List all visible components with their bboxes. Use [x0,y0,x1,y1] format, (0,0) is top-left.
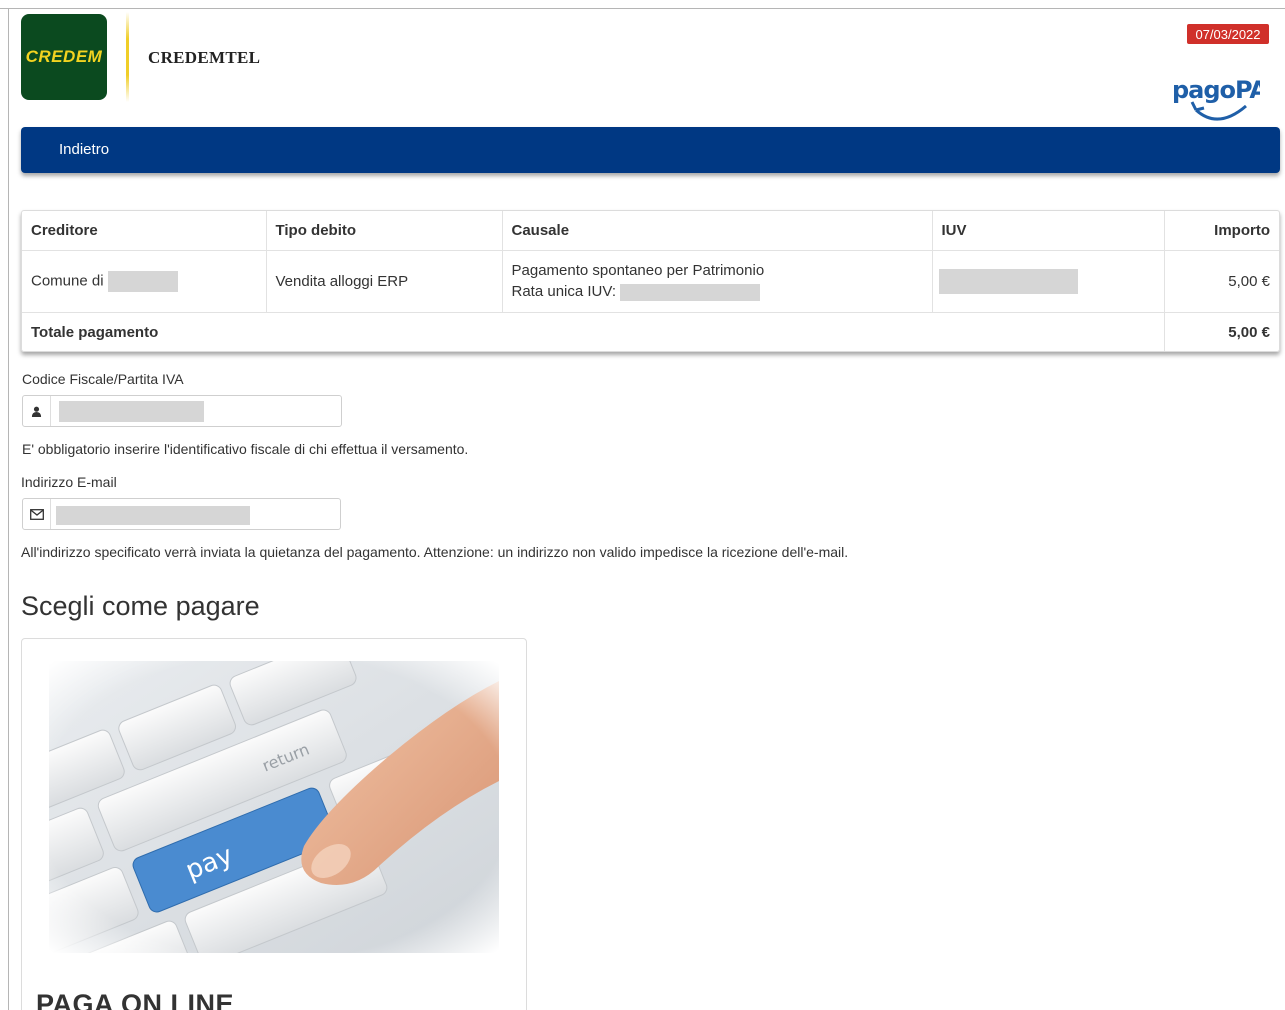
redacted-creditore [107,270,178,292]
date-badge: 07/03/2022 [1187,24,1269,44]
causale-iuv-label: Rata unica IUV: [511,283,617,300]
redacted-iuv [938,268,1078,294]
header-divider [126,12,129,102]
col-header-iuv: IUV [932,211,1165,251]
cell-causale: Pagamento spontaneo per Patrimonio Rata … [502,250,933,313]
section-title: Scegli come pagare [21,591,260,621]
credem-logo: CREDEM [21,14,107,100]
col-header-importo: Importo [1164,211,1279,251]
redacted-cf-value [59,401,204,422]
col-header-causale: Causale [502,211,933,251]
card-title: PAGA ON LINE [36,989,235,1010]
cf-label: Codice Fiscale/Partita IVA [22,371,184,387]
cf-input-group [22,395,342,427]
envelope-icon [23,499,51,529]
window-border-left [8,8,9,1010]
pagopa-logo: pagoPA [1172,76,1260,121]
total-value: 5,00 € [1228,323,1270,341]
col-header-creditore: Creditore [22,211,267,251]
cell-creditore: Comune di [22,250,267,313]
cell-iuv [932,250,1165,313]
navbar: Indietro [21,127,1280,173]
email-help-text: All'indirizzo specificato verrà inviata … [21,544,849,560]
table-row: Comune di Vendita alloggi ERP Pagamento … [22,250,1279,313]
table-header-row: Creditore Tipo debito Causale IUV Import… [22,211,1279,251]
cf-help-text: E' obbligatorio inserire l'identificativ… [22,441,469,457]
window-border-top [0,8,1285,9]
email-label: Indirizzo E-mail [21,474,117,490]
col-header-tipo-debito: Tipo debito [266,211,503,251]
logo-text: CREDEM [25,47,103,66]
payment-summary-table: Creditore Tipo debito Causale IUV Import… [21,210,1280,352]
causale-line2: Rata unica IUV: [512,281,923,302]
user-icon [23,396,51,426]
pagopa-logo-text: pagoPA [1172,76,1260,104]
redacted-email-value [56,506,250,525]
email-input-group [22,498,341,530]
back-link[interactable]: Indietro [59,141,109,158]
total-label: Totale pagamento [22,312,1165,351]
app-title: CREDEMTEL [148,48,261,67]
creditore-text: Comune di [31,271,104,289]
redacted-causale-iuv [620,283,761,301]
cell-tipo-debito: Vendita alloggi ERP [266,250,503,313]
pay-online-card[interactable]: return pay PAGA ON LINE [21,638,527,1010]
causale-line1: Pagamento spontaneo per Patrimonio [511,262,765,279]
total-row: Totale pagamento 5,00 € [22,312,1279,351]
keyboard-pay-image: return pay [49,661,499,953]
cell-importo: 5,00 € [1164,250,1279,313]
